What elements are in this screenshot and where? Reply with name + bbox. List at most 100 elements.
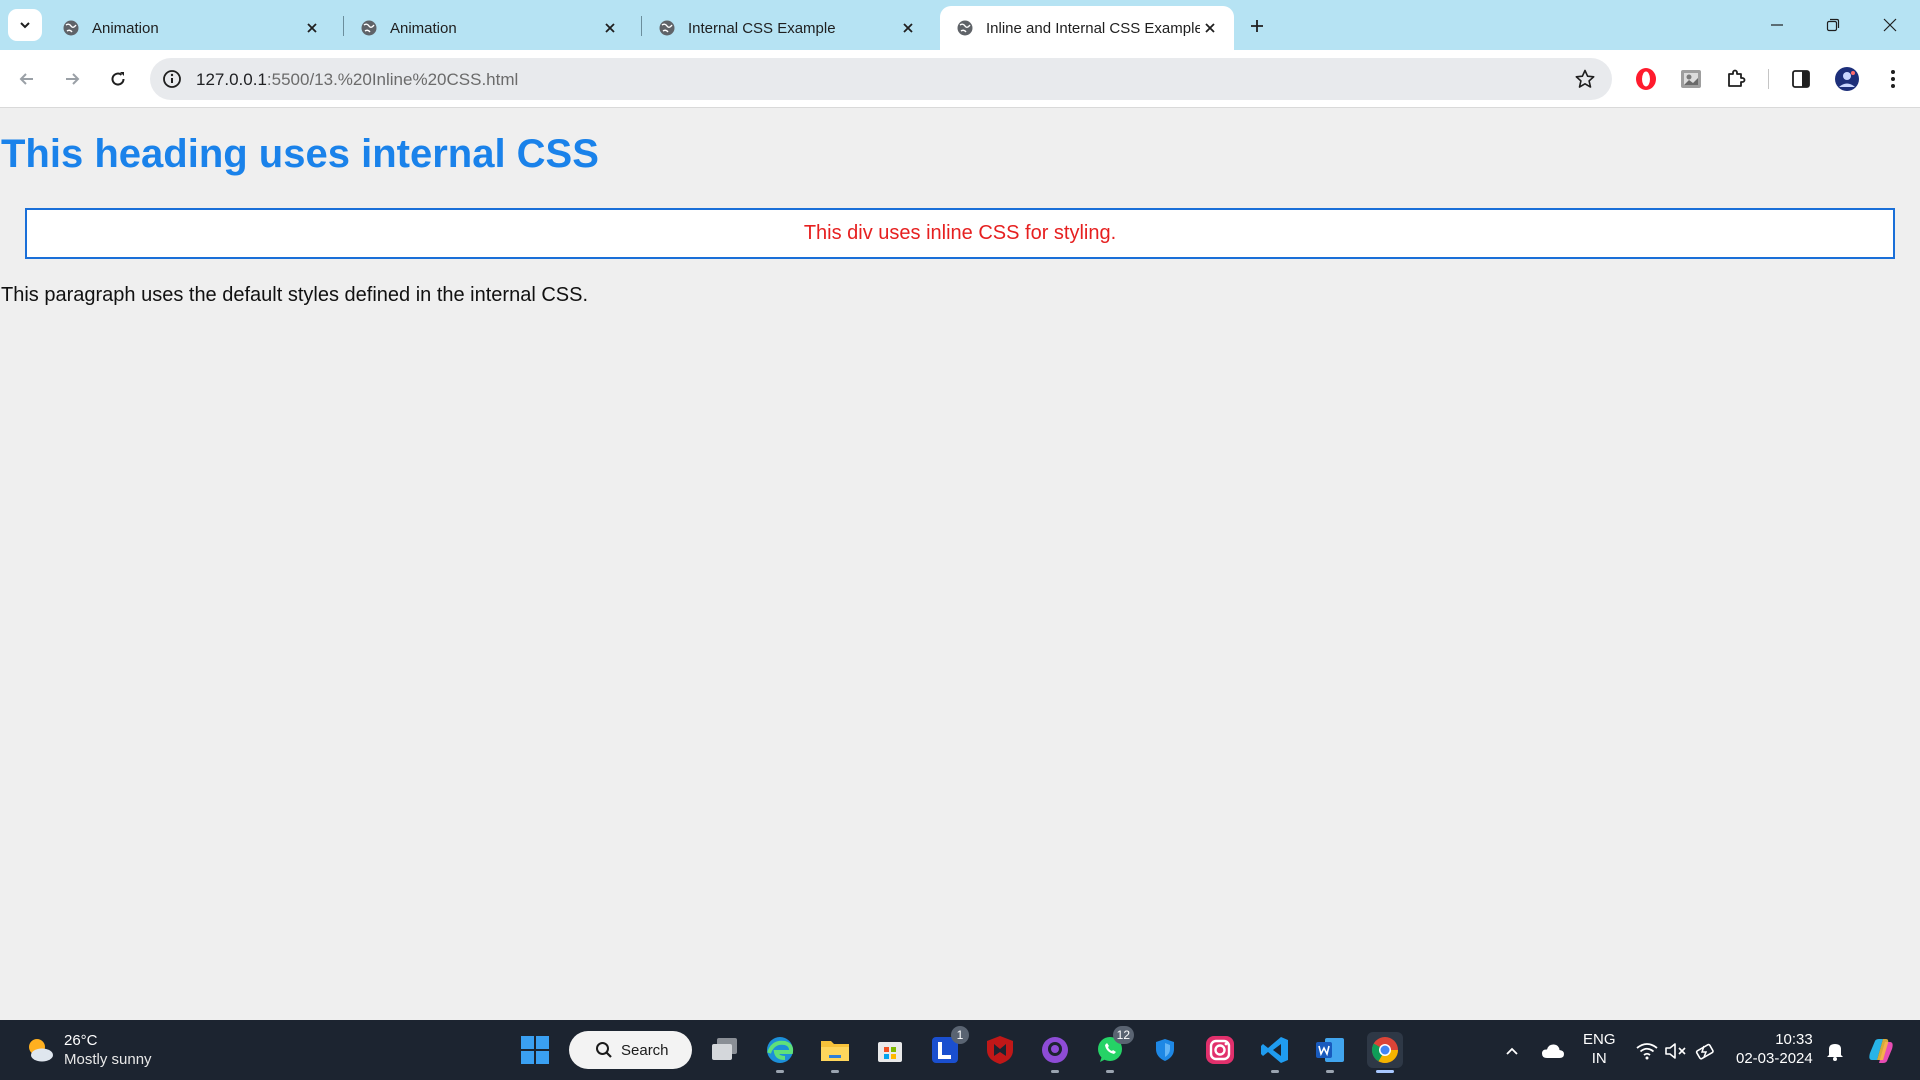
copilot-icon [1869,1039,1893,1063]
clock-date: 02-03-2024 [1736,1050,1813,1067]
minimize-icon [1771,24,1783,26]
taskbar-lightshot[interactable]: 1 [927,1026,969,1068]
arrow-left-icon [19,73,33,85]
weather-condition: Mostly sunny [64,1051,152,1068]
vscode-icon [1261,1037,1288,1063]
photo-extension-icon [1681,70,1701,88]
start-button[interactable] [517,1032,553,1068]
onedrive-button[interactable] [1540,1038,1566,1064]
running-indicator [1326,1070,1334,1073]
globe-icon [361,20,377,36]
arrow-right-icon [66,73,80,85]
tab-strip: Animation Animation Internal CSS Example… [0,0,1920,50]
browser-menu-button[interactable] [1880,66,1906,92]
show-hidden-icons-button[interactable] [1499,1038,1525,1064]
taskbar-edge[interactable] [762,1032,798,1073]
taskbar-chrome[interactable] [1367,1032,1403,1073]
close-tab-icon[interactable] [1200,18,1220,38]
store-icon [878,1042,902,1062]
taskbar-mcafee[interactable] [982,1032,1018,1068]
minimize-button[interactable] [1763,12,1791,38]
windows-taskbar: 26°C Mostly sunny Search 1 12 ENG IN 10:… [0,1020,1920,1080]
reload-button[interactable] [104,65,132,93]
task-view-button[interactable] [707,1032,743,1068]
profile-button[interactable] [1834,66,1860,92]
close-tab-icon[interactable] [302,18,322,38]
task-view-icon [712,1038,737,1060]
weather-widget[interactable]: 26°C Mostly sunny [24,1031,152,1069]
extensions-button[interactable] [1723,66,1749,92]
running-indicator [1106,1070,1114,1073]
search-label: Search [621,1041,669,1059]
back-button[interactable] [13,65,41,93]
opera-extension-button[interactable] [1633,66,1659,92]
tab-title: Animation [390,19,457,37]
close-window-button[interactable] [1876,12,1904,38]
region-code: IN [1591,1050,1607,1067]
notification-badge: 12 [1112,1026,1134,1044]
taskbar-search[interactable]: Search [569,1031,692,1069]
taskbar-instagram[interactable] [1202,1032,1238,1068]
word-icon [1316,1038,1344,1062]
tab-internal-css-example[interactable]: Internal CSS Example [642,6,932,50]
taskbar-word[interactable] [1312,1032,1348,1073]
clock-time: 10:33 [1775,1031,1813,1048]
side-panel-button[interactable] [1788,66,1814,92]
tab-search-button[interactable] [8,9,42,41]
inline-styled-div: This div uses inline CSS for styling. [25,208,1895,259]
close-tab-icon[interactable] [898,18,918,38]
taskbar-github-desktop[interactable] [1037,1032,1073,1073]
side-panel-icon [1792,70,1810,88]
copilot-button[interactable] [1865,1035,1897,1067]
running-indicator [1051,1070,1059,1073]
forward-button[interactable] [58,65,86,93]
kebab-menu-icon [1891,70,1895,88]
notifications-button[interactable] [1822,1038,1848,1064]
input-language[interactable]: ENG IN [1583,1030,1616,1068]
url-text[interactable]: 127.0.0.1:5500/13.%20Inline%20CSS.html [196,70,518,90]
shield-icon [1156,1039,1174,1061]
tab-title: Inline and Internal CSS Example [986,19,1200,37]
speaker-muted-icon [1665,1043,1686,1059]
toolbar-separator [1768,69,1769,89]
restore-button[interactable] [1819,12,1847,38]
opera-icon [1636,68,1656,90]
running-indicator [776,1070,784,1073]
chevron-up-icon [1506,1047,1518,1055]
image-extension-button[interactable] [1678,66,1704,92]
tab-animation-1[interactable]: Animation [46,6,336,50]
new-tab-button[interactable] [1244,13,1270,39]
battery-charging-icon [1695,1043,1714,1060]
wifi-button[interactable] [1634,1038,1660,1064]
taskbar-file-explorer[interactable] [817,1032,853,1073]
tab-title: Internal CSS Example [688,19,836,37]
battery-button[interactable] [1693,1038,1719,1064]
close-tab-icon[interactable] [600,18,620,38]
address-bar[interactable]: 127.0.0.1:5500/13.%20Inline%20CSS.html [150,58,1612,100]
taskbar-defender[interactable] [1147,1032,1183,1068]
tab-animation-2[interactable]: Animation [344,6,634,50]
tab-inline-internal-css-example[interactable]: Inline and Internal CSS Example [940,6,1234,50]
default-paragraph: This paragraph uses the default styles d… [1,284,589,306]
globe-icon [659,20,675,36]
search-icon [596,1042,612,1058]
windows-logo-icon [521,1036,549,1064]
info-icon[interactable] [162,69,182,89]
chrome-icon [1371,1037,1399,1064]
avatar [1835,67,1859,91]
github-icon [1042,1037,1068,1063]
web-page: This heading uses internal CSS This div … [0,109,1920,1020]
restore-icon [1826,18,1840,32]
star-icon[interactable] [1574,68,1596,90]
taskbar-microsoft-store[interactable] [872,1032,908,1068]
notification-badge: 1 [951,1026,969,1044]
taskbar-whatsapp[interactable]: 12 [1092,1026,1134,1073]
plus-icon [1251,20,1263,32]
volume-button[interactable] [1663,1038,1689,1064]
taskbar-vscode[interactable] [1257,1032,1293,1073]
running-indicator [1271,1070,1279,1073]
cloud-icon [1542,1044,1564,1058]
weather-temperature: 26°C [64,1032,98,1049]
chevron-down-icon [20,22,30,29]
system-clock[interactable]: 10:33 02-03-2024 [1736,1030,1813,1068]
